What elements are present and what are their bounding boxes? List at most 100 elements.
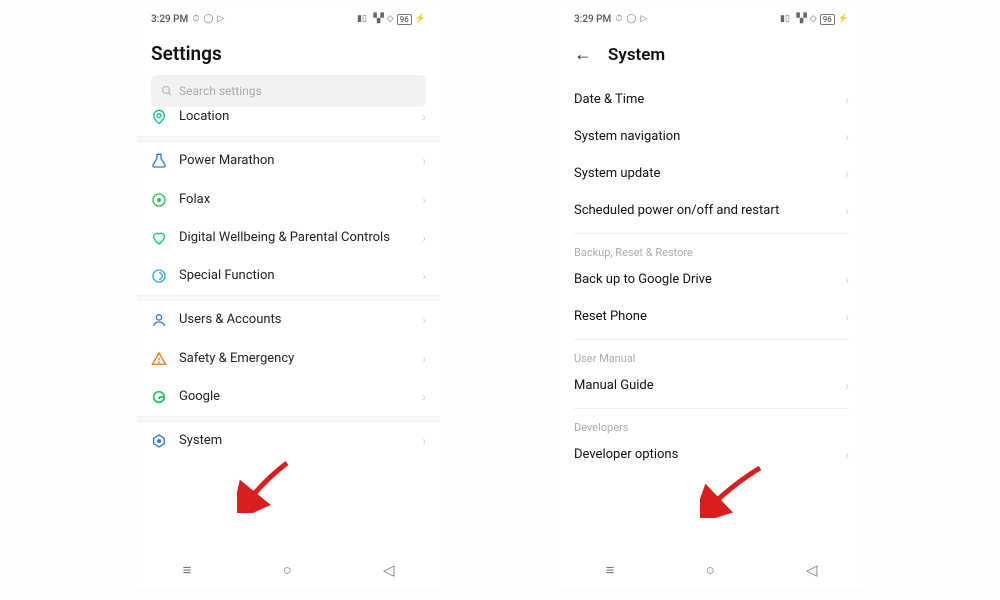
charging-icon: ⚡ bbox=[838, 14, 849, 24]
dnd-icon: ◯ bbox=[626, 14, 636, 24]
signal-icon: ▝▞ bbox=[793, 14, 807, 24]
chevron-right-icon: › bbox=[845, 448, 849, 462]
chevron-right-icon: › bbox=[422, 352, 426, 366]
settings-item-label: System bbox=[179, 433, 422, 449]
system-list: Date & Time › System navigation › System… bbox=[560, 81, 863, 473]
chevron-right-icon: › bbox=[845, 167, 849, 181]
system-header: ← System bbox=[560, 28, 863, 81]
system-item-label: Back up to Google Drive bbox=[574, 272, 712, 287]
settings-item-special-function[interactable]: Special Function › bbox=[137, 257, 440, 295]
chevron-right-icon: › bbox=[422, 110, 426, 124]
alarm-icon: ⏱ bbox=[615, 14, 622, 24]
settings-item-label: Digital Wellbeing & Parental Controls bbox=[179, 230, 422, 246]
status-time: 3:29 PM bbox=[574, 14, 611, 25]
charging-icon: ⚡ bbox=[415, 14, 426, 24]
search-placeholder: Search settings bbox=[179, 84, 262, 98]
settings-list: Location › Power Marathon › Folax › Digi… bbox=[137, 109, 440, 460]
wellbeing-icon bbox=[151, 230, 179, 246]
chevron-right-icon: › bbox=[845, 379, 849, 393]
settings-item-safety-emergency[interactable]: Safety & Emergency › bbox=[137, 340, 440, 378]
system-item-label: System navigation bbox=[574, 129, 680, 144]
nav-recent-button[interactable]: ≡ bbox=[183, 561, 192, 579]
chevron-right-icon: › bbox=[422, 313, 426, 327]
page-title: System bbox=[608, 45, 665, 65]
wifi-icon: ◇ bbox=[387, 14, 394, 24]
settings-item-label: Safety & Emergency bbox=[179, 351, 422, 367]
system-item-label: Date & Time bbox=[574, 92, 644, 107]
settings-item-label: Power Marathon bbox=[179, 153, 422, 169]
chevron-right-icon: › bbox=[422, 269, 426, 283]
divider bbox=[574, 339, 849, 340]
phone-system: 3:29 PM ⏱ ◯ ▷ ▮▯ ▝▞ ◇ 96 ⚡ ← System Date… bbox=[560, 8, 863, 588]
system-item-label: System update bbox=[574, 166, 660, 181]
system-item-label: Manual Guide bbox=[574, 378, 654, 393]
battery-indicator: 96 bbox=[820, 14, 835, 25]
nav-back-button[interactable]: ◁ bbox=[806, 561, 818, 579]
system-item-system-update[interactable]: System update › bbox=[560, 155, 863, 192]
nav-home-button[interactable]: ○ bbox=[706, 561, 715, 579]
status-time: 3:29 PM bbox=[151, 14, 188, 25]
system-item-date-time[interactable]: Date & Time › bbox=[560, 81, 863, 118]
settings-item-label: Users & Accounts bbox=[179, 312, 422, 328]
chevron-right-icon: › bbox=[845, 273, 849, 287]
settings-item-google[interactable]: Google › bbox=[137, 378, 440, 416]
dnd-icon: ◯ bbox=[203, 14, 213, 24]
search-icon bbox=[161, 85, 173, 97]
chevron-right-icon: › bbox=[422, 434, 426, 448]
vibrate-icon: ▮▯ bbox=[357, 14, 367, 24]
chevron-right-icon: › bbox=[422, 390, 426, 404]
section-header-user-manual: User Manual bbox=[560, 344, 863, 367]
play-icon: ▷ bbox=[217, 14, 224, 24]
system-item-system-navigation[interactable]: System navigation › bbox=[560, 118, 863, 155]
chevron-right-icon: › bbox=[845, 130, 849, 144]
location-icon bbox=[151, 109, 179, 125]
nav-bar: ≡ ○ ◁ bbox=[137, 552, 440, 588]
settings-item-system[interactable]: System › bbox=[137, 422, 440, 460]
search-input[interactable]: Search settings bbox=[151, 75, 426, 107]
page-title: Settings bbox=[137, 28, 440, 75]
chevron-right-icon: › bbox=[845, 204, 849, 218]
system-item-label: Developer options bbox=[574, 447, 678, 462]
chevron-right-icon: › bbox=[845, 93, 849, 107]
nav-recent-button[interactable]: ≡ bbox=[606, 561, 615, 579]
section-header-developers: Developers bbox=[560, 413, 863, 436]
divider bbox=[574, 408, 849, 409]
divider bbox=[574, 233, 849, 234]
signal-icon: ▝▞ bbox=[370, 14, 384, 24]
red-arrow-annotation bbox=[237, 458, 297, 513]
system-item-label: Reset Phone bbox=[574, 309, 647, 324]
settings-item-label: Location bbox=[179, 109, 422, 125]
nav-back-button[interactable]: ◁ bbox=[383, 561, 395, 579]
settings-item-folax[interactable]: Folax › bbox=[137, 181, 440, 219]
battery-indicator: 96 bbox=[397, 14, 412, 25]
special-icon bbox=[151, 268, 179, 284]
system-item-manual-guide[interactable]: Manual Guide › bbox=[560, 367, 863, 404]
nav-bar: ≡ ○ ◁ bbox=[560, 552, 863, 588]
status-bar: 3:29 PM ⏱ ◯ ▷ ▮▯ ▝▞ ◇ 96 ⚡ bbox=[560, 8, 863, 28]
chevron-right-icon: › bbox=[422, 231, 426, 245]
system-item-backup-drive[interactable]: Back up to Google Drive › bbox=[560, 261, 863, 298]
system-item-developer-options[interactable]: Developer options › bbox=[560, 436, 863, 473]
chevron-right-icon: › bbox=[422, 193, 426, 207]
settings-item-users-accounts[interactable]: Users & Accounts › bbox=[137, 301, 440, 339]
system-item-reset-phone[interactable]: Reset Phone › bbox=[560, 298, 863, 335]
warning-icon bbox=[151, 351, 179, 367]
system-icon bbox=[151, 433, 179, 449]
status-bar: 3:29 PM ⏱ ◯ ▷ ▮▯ ▝▞ ◇ 96 ⚡ bbox=[137, 8, 440, 28]
play-icon: ▷ bbox=[640, 14, 647, 24]
settings-item-power-marathon[interactable]: Power Marathon › bbox=[137, 142, 440, 180]
system-item-label: Scheduled power on/off and restart bbox=[574, 203, 779, 218]
vibrate-icon: ▮▯ bbox=[780, 14, 790, 24]
chevron-right-icon: › bbox=[422, 154, 426, 168]
user-icon bbox=[151, 312, 179, 328]
settings-item-label: Google bbox=[179, 389, 422, 405]
phone-settings: 3:29 PM ⏱ ◯ ▷ ▮▯ ▝▞ ◇ 96 ⚡ Settings Sear… bbox=[137, 8, 440, 588]
nav-home-button[interactable]: ○ bbox=[283, 561, 292, 579]
settings-item-location[interactable]: Location › bbox=[137, 109, 440, 136]
settings-item-digital-wellbeing[interactable]: Digital Wellbeing & Parental Controls › bbox=[137, 219, 440, 257]
system-item-scheduled-power[interactable]: Scheduled power on/off and restart › bbox=[560, 192, 863, 229]
google-icon bbox=[151, 389, 179, 405]
back-button[interactable]: ← bbox=[570, 42, 596, 67]
folax-icon bbox=[151, 192, 179, 208]
chevron-right-icon: › bbox=[845, 310, 849, 324]
